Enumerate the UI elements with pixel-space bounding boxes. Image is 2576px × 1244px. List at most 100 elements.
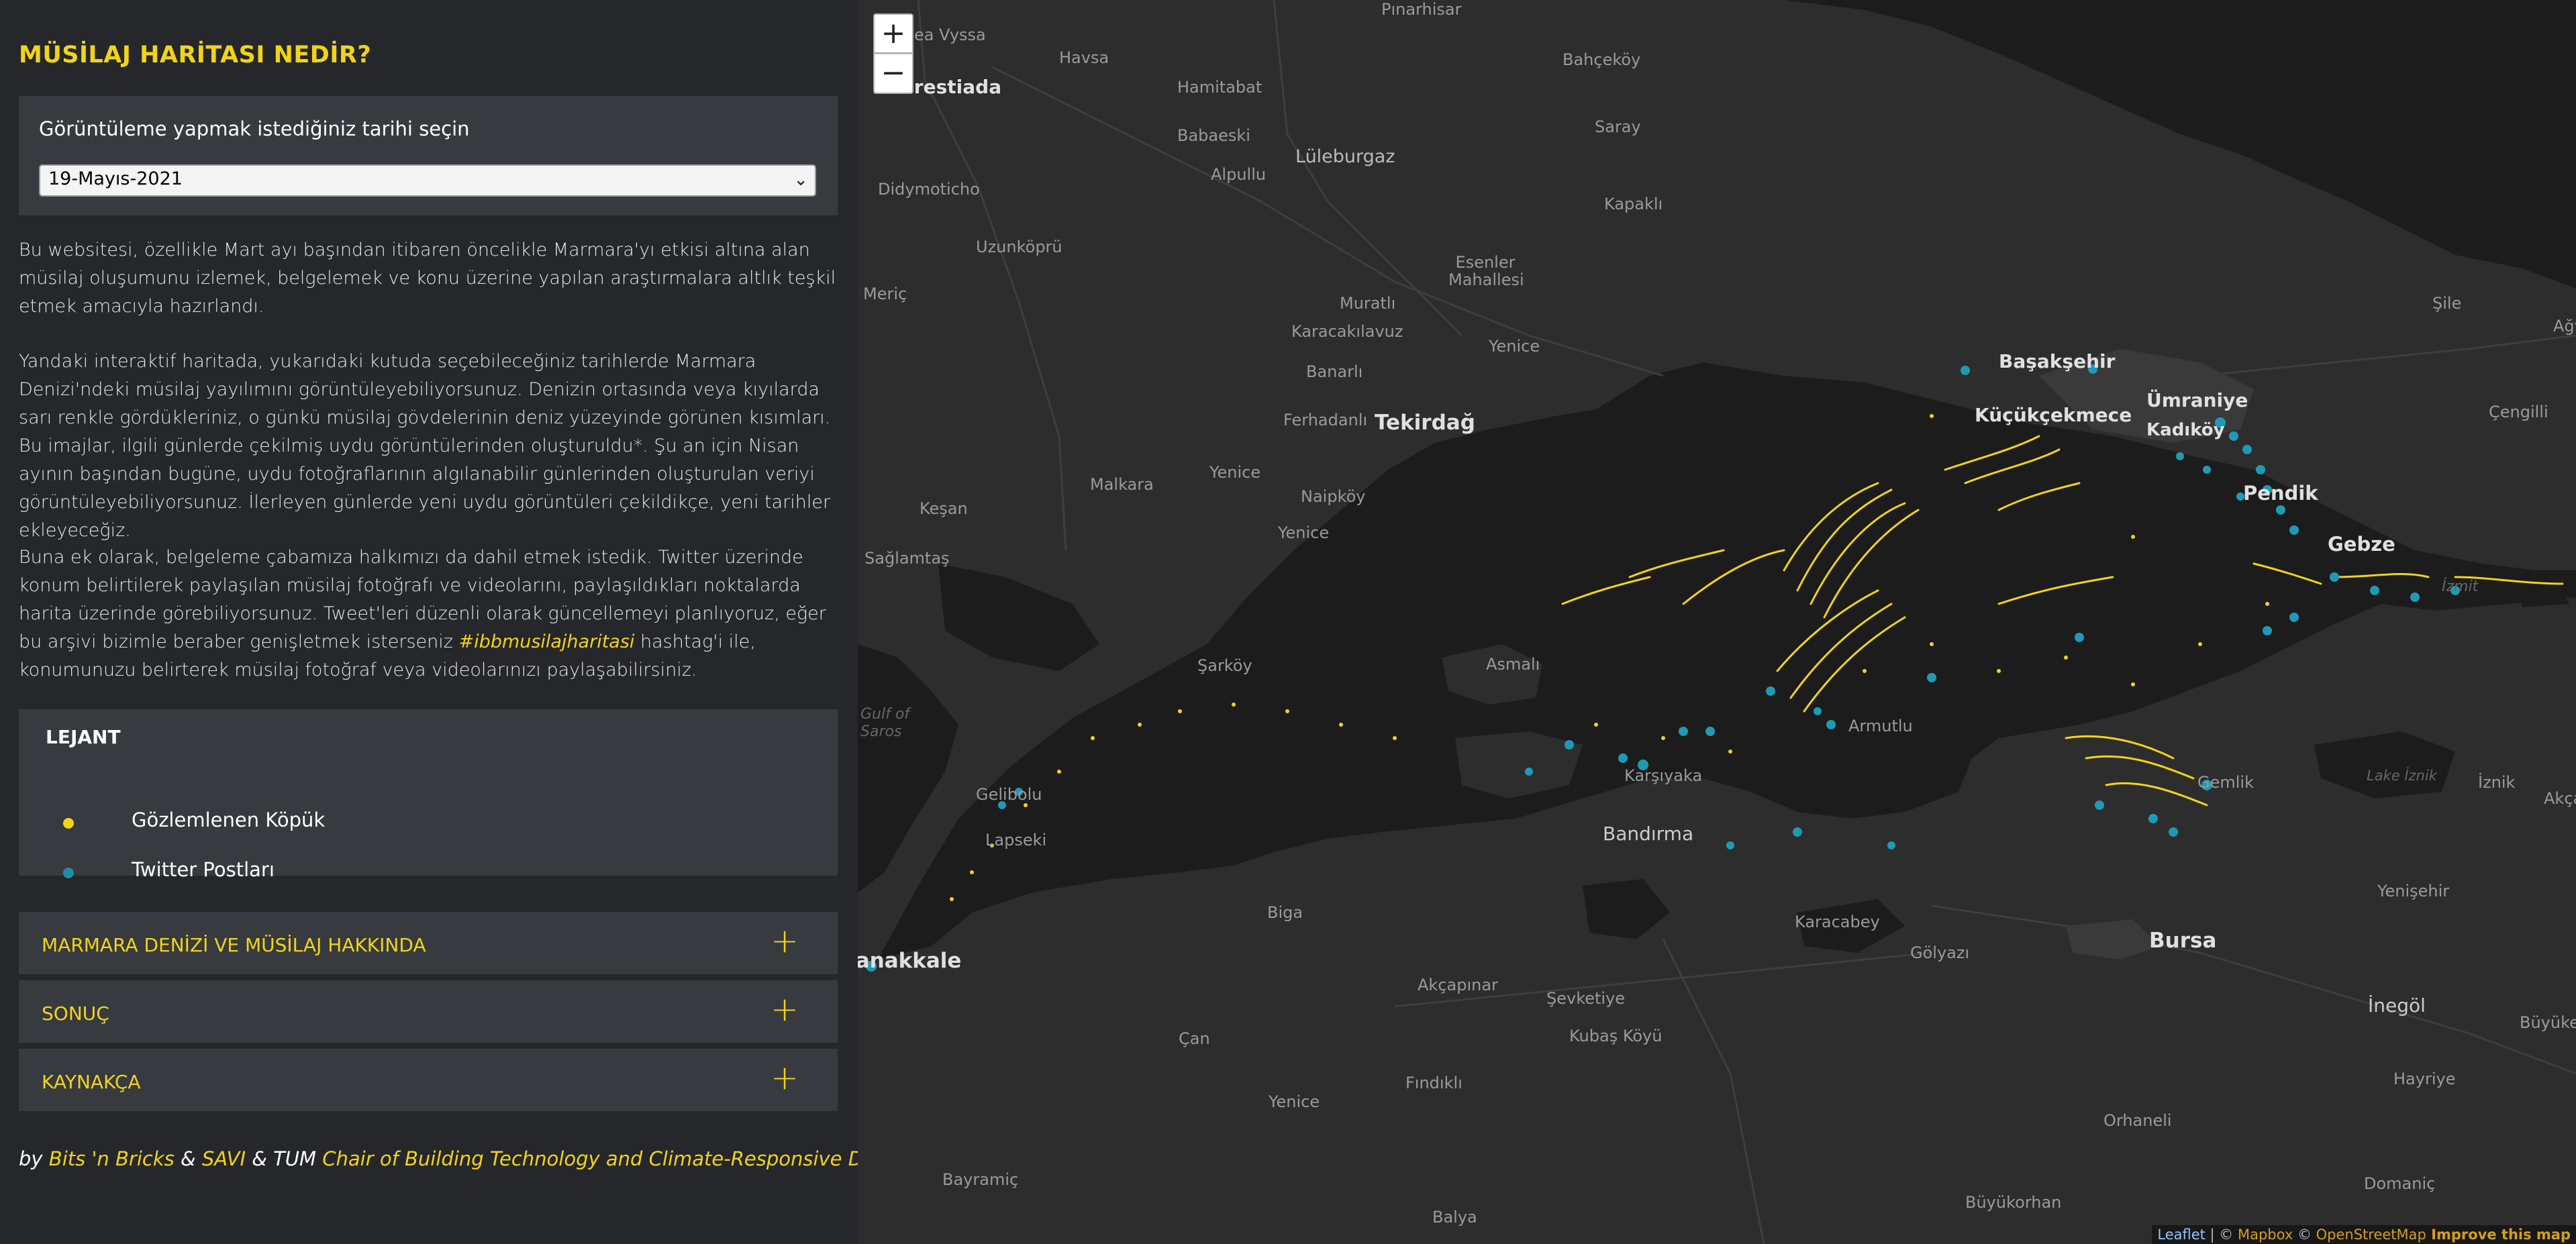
place-label: Başakşehir [1999, 350, 2116, 372]
place-label: Kapaklı [1604, 195, 1663, 213]
place-label: Balya [1432, 1208, 1477, 1227]
place-label: Meriç [863, 284, 907, 303]
place-label: Asmalı [1486, 655, 1540, 674]
twitter-posts-layer [866, 364, 2460, 972]
date-prompt-label: Görüntüleme yapmak istediğiniz tarihi se… [39, 117, 470, 140]
place-label: Orestiada [898, 76, 1002, 98]
hashtag-link[interactable]: #ibbmusilajharitasi [459, 631, 635, 652]
place-label: Sağlamtaş [864, 549, 950, 568]
place-label: Karşıyaka [1624, 766, 1703, 785]
page-title: MÜSİLAJ HARİTASI NEDİR? [19, 42, 372, 68]
place-label: Akça [2544, 789, 2576, 808]
place-label: Şile [2432, 294, 2462, 313]
plus-icon[interactable]: + [771, 924, 799, 957]
tum-chair-link[interactable]: Chair of Building Technology and Climate… [322, 1147, 915, 1170]
place-label: Yenice [1269, 1092, 1320, 1111]
place-label: Tekirdağ [1375, 411, 1475, 435]
place-label: Naipköy [1301, 487, 1366, 506]
plus-icon[interactable]: + [771, 992, 799, 1026]
place-label: Şarköy [1197, 656, 1252, 675]
place-label: Bursa [2149, 929, 2217, 953]
place-label: Gulf of Saros [860, 706, 910, 740]
place-label: Gölyazı [1910, 943, 1970, 962]
place-label: Hayriye [2393, 1070, 2456, 1088]
place-label: İzmit [2442, 578, 2479, 595]
attribution-sep: | © [2205, 1227, 2238, 1243]
place-label: Hamitabat [1177, 78, 1262, 97]
date-select[interactable]: 19-Mayıs-2021 ⌄ [39, 164, 816, 197]
place-label: Büyükelma [2520, 1013, 2576, 1032]
accordion-label: SONUÇ [42, 1002, 109, 1025]
byline-amp: & [174, 1147, 202, 1170]
place-label: Kubaş Köyü [1569, 1027, 1663, 1045]
place-label: Karacabey [1795, 913, 1880, 931]
place-label: Yenice [1209, 463, 1261, 482]
place-label: Şevketiye [1546, 989, 1626, 1008]
map[interactable]: Pınarhisar Havsa Bahçeköy Hamitabat Nea … [858, 0, 2576, 1244]
place-label: Nea Vyssa [902, 25, 986, 44]
place-label: Kadıköy [2146, 420, 2225, 440]
accordion-marmara[interactable]: MARMARA DENİZİ VE MÜSİLAJ HAKKINDA + [19, 912, 838, 976]
place-label: Esenler Mahallesi [1448, 253, 1524, 289]
place-label: Lake İznik [2367, 768, 2437, 784]
place-label: Havsa [1059, 48, 1109, 67]
chevron-down-icon: ⌄ [793, 170, 808, 190]
place-label: Çan [1179, 1029, 1210, 1048]
place-label: Küçükçekmece [1975, 404, 2132, 426]
bitsnbricks-link[interactable]: Bits 'n Bricks [49, 1147, 175, 1170]
place-label: Ağva [2553, 317, 2576, 335]
place-label: Büyükorhan [1965, 1193, 2062, 1212]
place-label: Keşan [920, 499, 968, 518]
place-label: Yenişehir [2377, 882, 2450, 900]
zoom-out-button[interactable]: − [873, 54, 913, 94]
byline-by: by [19, 1147, 49, 1170]
place-label: Lüleburgaz [1295, 146, 1395, 167]
legend-panel: LEJANT Gözlemlenen Köpük Twitter Postlar… [19, 709, 838, 881]
plus-icon[interactable]: + [771, 1061, 799, 1094]
improve-map-link[interactable]: Improve this map [2426, 1227, 2571, 1243]
place-label: Muratlı [1340, 294, 1396, 313]
place-label: Orhaneli [2103, 1111, 2172, 1130]
mapbox-link[interactable]: Mapbox [2238, 1227, 2293, 1243]
place-label: Gebze [2328, 533, 2395, 556]
place-label: Gemlik [2197, 773, 2254, 792]
accordion-sonuc[interactable]: SONUÇ + [19, 980, 838, 1045]
osm-link[interactable]: OpenStreetMap [2316, 1227, 2426, 1243]
place-label: Yenice [1278, 523, 1330, 542]
place-label: Pendik [2243, 482, 2318, 505]
place-label: Biga [1267, 903, 1303, 922]
accordion-label: KAYNAKÇA [42, 1071, 141, 1093]
place-label: Bandırma [1603, 823, 1694, 845]
place-label: Bayramiç [942, 1170, 1019, 1189]
sidebar: MÜSİLAJ HARİTASI NEDİR? Görüntüleme yapm… [0, 0, 915, 1244]
leaflet-link[interactable]: Leaflet [2157, 1227, 2206, 1243]
place-label: Banarlı [1306, 362, 1363, 381]
legend-item-label: Gözlemlenen Köpük [132, 809, 326, 831]
place-label: Babaeski [1177, 126, 1250, 145]
legend-item-label: Twitter Postları [132, 858, 275, 881]
place-label: Pınarhisar [1381, 0, 1462, 19]
intro-paragraph-2: Yandaki interaktif haritada, yukarıdaki … [19, 351, 831, 541]
byline-tum: & TUM [246, 1147, 323, 1170]
attribution-osm-prefix: © [2293, 1227, 2316, 1243]
map-attribution: Leaflet | © Mapbox © OpenStreetMap Impro… [2152, 1225, 2576, 1244]
date-select-value: 19-Mayıs-2021 [48, 168, 183, 189]
zoom-in-button[interactable]: + [873, 13, 913, 54]
intro-paragraph-3: Buna ek olarak, belgeleme çabamıza halkı… [19, 543, 840, 684]
place-label: Ümraniye [2146, 389, 2248, 411]
place-label: Yenice [1489, 337, 1540, 356]
place-label: İznik [2478, 773, 2516, 792]
place-label: Uzunköprü [976, 238, 1062, 256]
yellow-dot-icon [63, 818, 74, 829]
savi-link[interactable]: SAVI [202, 1147, 246, 1170]
accordion-kaynakca[interactable]: KAYNAKÇA + [19, 1049, 838, 1113]
place-label: Didymoticho [878, 180, 980, 199]
place-label: Çanakkale [858, 949, 962, 973]
place-label: Karacakılavuz [1291, 322, 1403, 341]
place-label: Ferhadanlı [1283, 411, 1368, 429]
date-picker-panel: Görüntüleme yapmak istediğiniz tarihi se… [19, 96, 838, 215]
teal-dot-icon [63, 868, 74, 878]
place-label: İnegöl [2368, 994, 2426, 1017]
place-label: Saray [1595, 117, 1641, 136]
place-label: Lapseki [985, 831, 1047, 849]
